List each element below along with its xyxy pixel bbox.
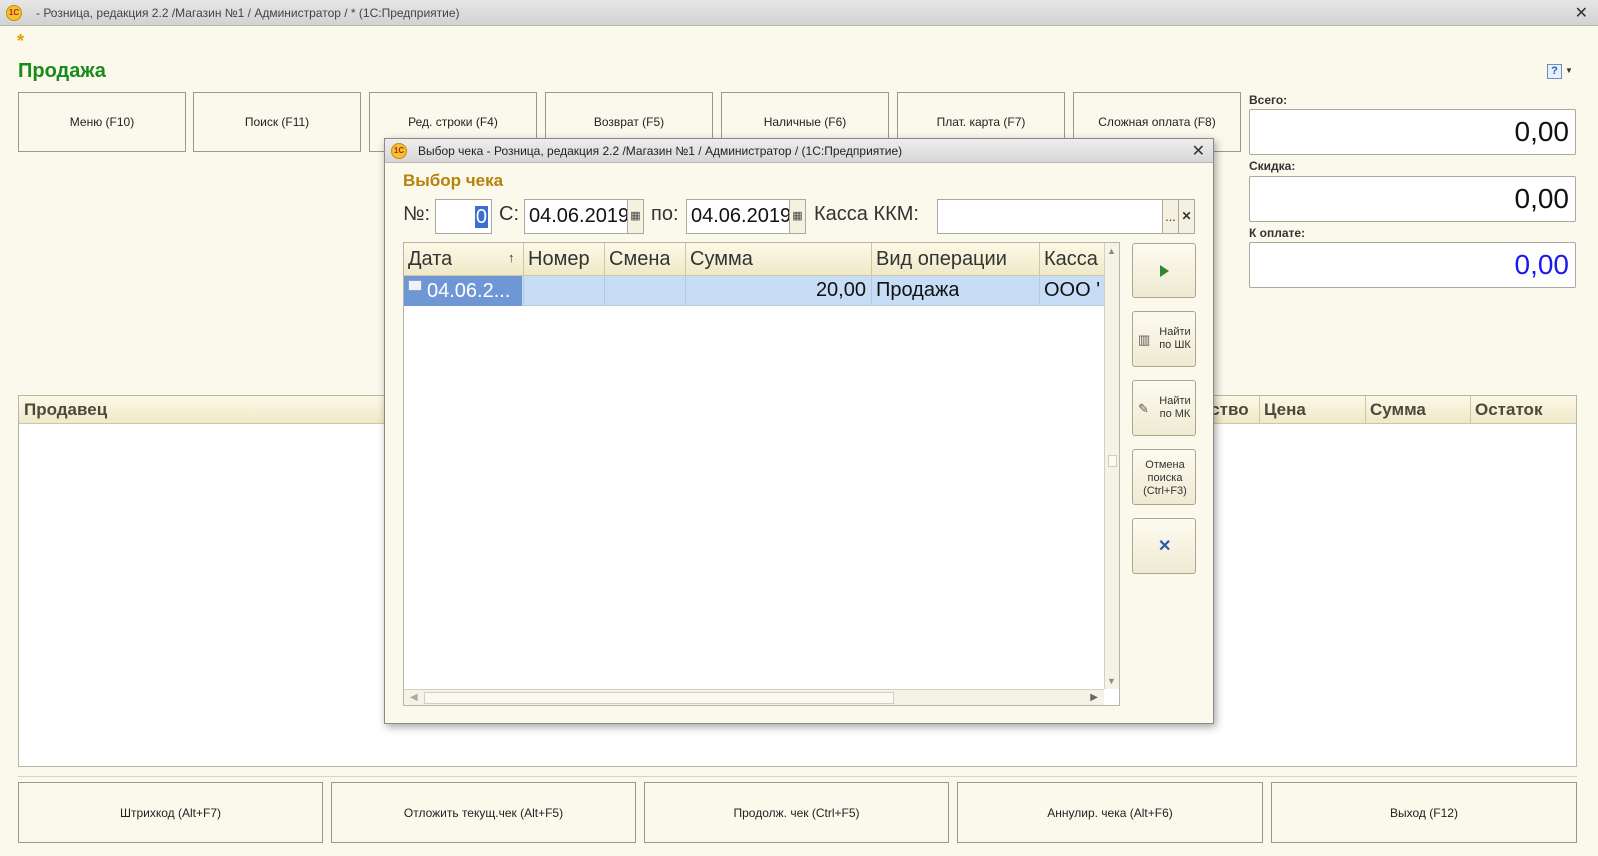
column-shift[interactable]: Смена (609, 248, 670, 271)
dialog-heading: Выбор чека (403, 171, 504, 190)
column-separator (1259, 396, 1260, 424)
scroll-left-icon[interactable]: ◀ (410, 692, 418, 703)
horizontal-scrollbar[interactable]: ◀ ▶ (404, 689, 1104, 705)
window-title: - Розница, редакция 2.2 /Магазин №1 / Ад… (36, 6, 460, 20)
scroll-up-icon[interactable]: ▲ (1107, 246, 1116, 256)
window-close-icon[interactable]: ✕ (1575, 3, 1588, 23)
close-icon: ✕ (1158, 538, 1172, 555)
cell-separator (1039, 276, 1040, 306)
register-label: Касса ККМ: (814, 203, 919, 225)
receipts-grid[interactable]: Дата ↑ Номер Смена Сумма Вид операции Ка… (403, 242, 1120, 706)
search-button[interactable]: Поиск (F11) (193, 92, 361, 152)
find-by-mk-label: Найти по МК (1159, 395, 1191, 420)
exit-button[interactable]: Выход (F12) (1271, 782, 1577, 843)
column-seller[interactable]: Продавец (24, 400, 107, 420)
column-amount[interactable]: Сумма (690, 248, 753, 271)
continue-receipt-button[interactable]: Продолж. чек (Ctrl+F5) (644, 782, 949, 843)
modified-marker: * (17, 31, 25, 51)
cell-separator (685, 276, 686, 306)
barcode-button[interactable]: Штрихкод (Alt+F7) (18, 782, 323, 843)
cell-operation[interactable]: Продажа (876, 279, 959, 302)
scroll-right-icon[interactable]: ▶ (1090, 692, 1098, 703)
menu-button[interactable]: Меню (F10) (18, 92, 186, 152)
total-label: Всего: (1249, 93, 1288, 107)
find-by-barcode-button[interactable]: ▥ Найти по ШК (1132, 311, 1196, 367)
cell-register[interactable]: ООО ' (1044, 279, 1102, 302)
register-select-button[interactable]: ... (1163, 199, 1179, 234)
cancel-search-button[interactable]: Отмена поиска (Ctrl+F3) (1132, 449, 1196, 505)
register-field[interactable] (937, 199, 1163, 234)
app-logo-icon: 1C (6, 5, 22, 21)
from-date-field[interactable]: 04.06.2019 (524, 199, 628, 234)
barcode-icon: ▥ (1138, 332, 1151, 347)
to-pay-label: К оплате: (1249, 226, 1306, 240)
column-stock[interactable]: Остаток (1475, 400, 1542, 420)
cell-amount[interactable]: 20,00 (690, 279, 866, 302)
column-separator (871, 243, 872, 276)
grid-header: Дата ↑ Номер Смена Сумма Вид операции Ка… (404, 243, 1104, 276)
cell-separator (523, 276, 524, 306)
vertical-scrollbar[interactable]: ▲ ▼ (1104, 243, 1119, 689)
column-sum[interactable]: Сумма (1370, 400, 1426, 420)
document-icon (408, 280, 422, 291)
number-label: №: (403, 203, 431, 225)
page-title: Продажа (18, 60, 106, 82)
cell-separator (604, 276, 605, 306)
window-titlebar: 1C - Розница, редакция 2.2 /Магазин №1 /… (0, 0, 1598, 26)
column-operation[interactable]: Вид операции (876, 248, 1007, 271)
divider (18, 776, 1577, 777)
app-logo-icon: 1C (391, 143, 407, 159)
scroll-down-icon[interactable]: ▼ (1107, 676, 1116, 686)
help-icon[interactable]: ? ▼ (1547, 63, 1573, 81)
cell-separator (871, 276, 872, 306)
scroll-thumb[interactable] (424, 692, 894, 704)
total-value: 0,00 (1249, 109, 1576, 155)
find-by-barcode-label: Найти по ШК (1159, 326, 1191, 351)
column-separator (1039, 243, 1040, 276)
number-field[interactable]: 0 (435, 199, 492, 234)
table-row[interactable]: 04.06.2... 20,00 Продажа ООО ' (404, 276, 1104, 306)
help-glyph: ? (1547, 64, 1562, 79)
chevron-down-icon: ▼ (1565, 66, 1573, 75)
dialog-close-icon[interactable]: ✕ (1192, 141, 1205, 161)
to-label: по: (651, 203, 679, 225)
column-price[interactable]: Цена (1264, 400, 1306, 420)
column-date[interactable]: Дата (408, 248, 452, 271)
column-separator (685, 243, 686, 276)
column-separator (1470, 396, 1471, 424)
cancel-search-label: Отмена поиска (Ctrl+F3) (1143, 459, 1187, 497)
column-register[interactable]: Касса (1044, 248, 1102, 271)
column-separator (1365, 396, 1366, 424)
discount-label: Скидка: (1249, 159, 1296, 173)
dialog-title: Выбор чека - Розница, редакция 2.2 /Мага… (418, 144, 903, 158)
discount-value: 0,00 (1249, 176, 1576, 222)
receipt-selection-dialog: 1C Выбор чека - Розница, редакция 2.2 /М… (384, 138, 1214, 724)
play-icon (1160, 265, 1169, 277)
to-date-field[interactable]: 04.06.2019 (686, 199, 790, 234)
from-label: С: (499, 203, 519, 225)
column-number[interactable]: Номер (528, 248, 590, 271)
postpone-receipt-button[interactable]: Отложить текущ.чек (Alt+F5) (331, 782, 636, 843)
dialog-titlebar: 1C Выбор чека - Розница, редакция 2.2 /М… (385, 139, 1213, 163)
column-separator (523, 243, 524, 276)
select-button[interactable] (1132, 243, 1196, 298)
calendar-icon[interactable]: ▦ (628, 199, 644, 234)
to-pay-value: 0,00 (1249, 242, 1576, 288)
clear-icon[interactable]: ✕ (1179, 199, 1195, 234)
close-selection-button[interactable]: ✕ (1132, 518, 1196, 574)
cancel-receipt-button[interactable]: Аннулир. чека (Alt+F6) (957, 782, 1263, 843)
column-separator (604, 243, 605, 276)
magnetic-card-icon: ✎ (1138, 401, 1149, 416)
number-value: 0 (474, 206, 488, 228)
scroll-thumb[interactable] (1108, 455, 1117, 467)
sort-ascending-icon: ↑ (508, 250, 515, 265)
calendar-icon[interactable]: ▦ (790, 199, 806, 234)
find-by-mk-button[interactable]: ✎ Найти по МК (1132, 380, 1196, 436)
